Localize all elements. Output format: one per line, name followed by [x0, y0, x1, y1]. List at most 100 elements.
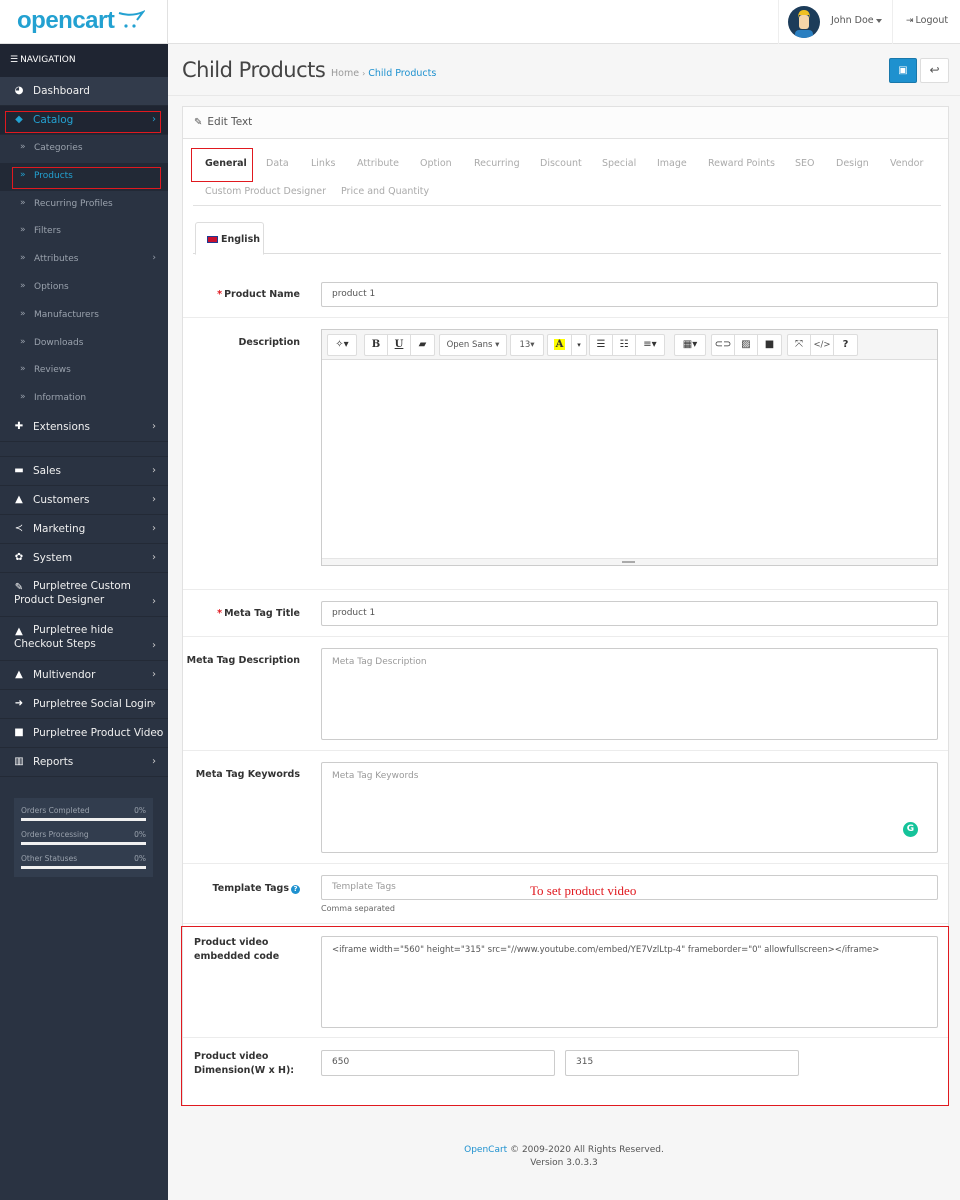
editor-toolbar: ✧▾ B U ▰ Open Sans ▾ 13▾ A ▾ ☰ ☷ ≡▾ ▦▾ ⊂… — [322, 330, 937, 360]
eraser-button[interactable]: ▰ — [411, 335, 434, 355]
tab-vendor[interactable]: Vendor — [890, 158, 923, 169]
tab-attribute[interactable]: Attribute — [357, 158, 399, 169]
meta-title-input[interactable]: product 1 — [321, 601, 938, 626]
font-family-value: Open Sans — [446, 340, 493, 350]
double-chevron-icon: » — [20, 336, 26, 347]
tab-reward-points[interactable]: Reward Points — [708, 158, 775, 169]
video-height-input[interactable]: 315 — [565, 1050, 799, 1076]
link-icon: ⊂⊃ — [714, 339, 732, 350]
underline-button[interactable]: U — [388, 335, 411, 355]
nav-heading[interactable]: ☰ NAVIGATION — [0, 44, 168, 77]
codeview-button[interactable]: </> — [811, 335, 834, 355]
editor-resize-bar[interactable] — [322, 558, 937, 565]
fullscreen-button[interactable]: ⤧ — [788, 335, 811, 355]
text-color-button[interactable]: A — [548, 335, 572, 355]
nav-heading-label: NAVIGATION — [20, 55, 76, 65]
editor-content-area[interactable] — [322, 360, 937, 558]
sidebar-item-dashboard[interactable]: ◕ Dashboard — [0, 77, 168, 106]
uk-flag-icon — [207, 236, 218, 243]
sidebar-item-system[interactable]: ✿ System › — [0, 544, 168, 573]
color-dropdown-button[interactable]: ▾ — [572, 335, 586, 355]
tab-seo[interactable]: SEO — [795, 158, 815, 169]
video-width-input[interactable]: 650 — [321, 1050, 555, 1076]
user-menu[interactable]: John Doe — [778, 0, 893, 44]
font-size-dropdown[interactable]: 13▾ — [511, 335, 543, 355]
user-icon: ▲ — [15, 493, 23, 505]
unordered-list-button[interactable]: ☰ — [590, 335, 613, 355]
sidebar-subitem-attributes[interactable]: » Attributes › — [0, 246, 168, 274]
sidebar-subitem-manufacturers[interactable]: » Manufacturers — [0, 302, 168, 330]
chevron-right-icon: › — [152, 114, 156, 125]
link-button[interactable]: ⊂⊃ — [712, 335, 735, 355]
sidebar-subitem-information[interactable]: » Information — [0, 385, 168, 413]
stat-progress-bar — [21, 866, 146, 869]
sidebar-subitem-options[interactable]: » Options — [0, 274, 168, 302]
meta-description-textarea[interactable]: Meta Tag Description — [321, 648, 938, 740]
meta-keywords-textarea[interactable]: Meta Tag Keywords — [321, 762, 938, 853]
breadcrumb-home[interactable]: Home — [331, 68, 359, 79]
tab-option[interactable]: Option — [420, 158, 452, 169]
back-button[interactable]: ↩ — [920, 58, 949, 83]
sidebar-subitem-filters[interactable]: » Filters — [0, 218, 168, 246]
tab-data[interactable]: Data — [266, 158, 289, 169]
double-chevron-icon: » — [20, 364, 26, 375]
sidebar-item-label: Reports — [33, 755, 74, 768]
sidebar-item-product-video[interactable]: ■ Purpletree Product Video › — [0, 719, 168, 748]
video-code-textarea[interactable]: <iframe width="560" height="315" src="//… — [321, 936, 938, 1028]
tab-links[interactable]: Links — [311, 158, 335, 169]
sidebar-item-sales[interactable]: ▬ Sales › — [0, 457, 168, 486]
grammarly-icon[interactable]: G — [903, 822, 918, 837]
sidebar-item-reports[interactable]: ▥ Reports › — [0, 748, 168, 777]
help-button[interactable]: ? — [834, 335, 857, 355]
image-button[interactable]: ▨ — [735, 335, 758, 355]
sidebar-subitem-reviews[interactable]: » Reviews — [0, 357, 168, 385]
tab-english[interactable]: English — [195, 222, 264, 255]
opencart-link[interactable]: OpenCart — [464, 1145, 507, 1155]
magic-wand-button[interactable]: ✧▾ — [328, 335, 356, 355]
sidebar-subitem-downloads[interactable]: » Downloads — [0, 330, 168, 358]
logo[interactable]: opencart — [0, 0, 168, 44]
save-button[interactable]: ▣ — [889, 58, 917, 83]
footer-copyright: © 2009-2020 All Rights Reserved. — [510, 1145, 664, 1155]
ordered-list-button[interactable]: ☷ — [613, 335, 636, 355]
sidebar-item-marketing[interactable]: ≺ Marketing › — [0, 515, 168, 544]
tab-recurring[interactable]: Recurring — [474, 158, 520, 169]
tab-discount[interactable]: Discount — [540, 158, 582, 169]
paragraph-align-button[interactable]: ≡▾ — [636, 335, 664, 355]
logout-link[interactable]: ⇥ Logout — [906, 15, 948, 26]
help-icon[interactable]: ? — [291, 885, 300, 894]
tab-design[interactable]: Design — [836, 158, 869, 169]
sidebar-item-catalog[interactable]: ◆ Catalog › — [0, 106, 168, 135]
video-button[interactable]: ■ — [758, 335, 781, 355]
sidebar-item-custom-product-designer[interactable]: ✎ Purpletree Custom Product Designer › — [0, 573, 168, 617]
product-name-input[interactable]: product 1 — [321, 282, 938, 307]
table-group: ▦▾ — [674, 334, 706, 356]
sidebar-subitem-products[interactable]: » Products — [0, 162, 168, 191]
tab-special[interactable]: Special — [602, 158, 636, 169]
sidebar-item-social-login[interactable]: ➜ Purpletree Social Login › — [0, 690, 168, 719]
row-video-dimension: Product video Dimension(W x H): 650 315 — [183, 1038, 948, 1102]
sidebar-item-extensions[interactable]: ✚ Extensions › — [0, 413, 168, 442]
font-family-dropdown[interactable]: Open Sans ▾ — [440, 335, 506, 355]
sidebar-item-label: Dashboard — [33, 85, 90, 97]
sidebar-item-multivendor[interactable]: ▲ Multivendor › — [0, 661, 168, 690]
double-chevron-icon: » — [20, 253, 26, 264]
sidebar-subitem-categories[interactable]: » Categories — [0, 135, 168, 163]
chevron-right-icon: › — [152, 253, 156, 264]
breadcrumb-current[interactable]: Child Products — [368, 68, 436, 79]
pencil-icon: ✎ — [194, 117, 203, 128]
tab-general[interactable]: General — [205, 158, 247, 169]
meta-keywords-label: Meta Tag Keywords — [195, 769, 300, 780]
sidebar-item-label: Marketing — [33, 522, 86, 535]
sidebar-subitem-recurring-profiles[interactable]: » Recurring Profiles — [0, 191, 168, 219]
table-button[interactable]: ▦▾ — [675, 335, 705, 355]
table-icon: ▦▾ — [682, 339, 698, 350]
tab-price-and-quantity[interactable]: Price and Quantity — [341, 186, 429, 197]
sidebar-item-customers[interactable]: ▲ Customers › — [0, 486, 168, 515]
bold-button[interactable]: B — [365, 335, 388, 355]
sign-out-icon: ⇥ — [906, 16, 914, 26]
tab-image[interactable]: Image — [657, 158, 687, 169]
subitem-label: Manufacturers — [34, 309, 99, 320]
sidebar-item-hide-checkout-steps[interactable]: ▲ Purpletree hide Checkout Steps › — [0, 617, 168, 661]
tab-custom-product-designer[interactable]: Custom Product Designer — [205, 186, 326, 197]
